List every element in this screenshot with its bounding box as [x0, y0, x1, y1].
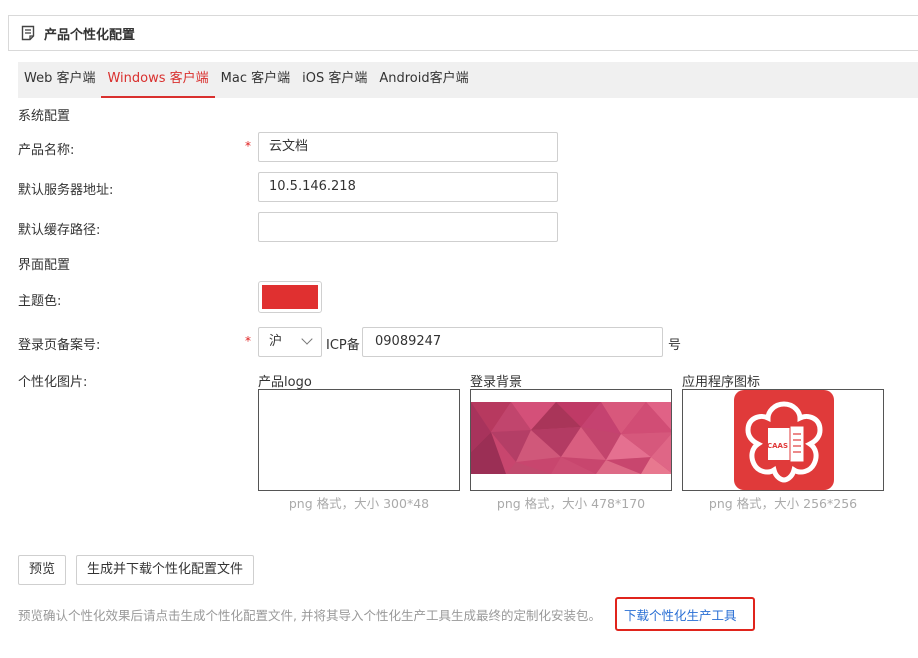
product-name-input[interactable]: 云文档	[258, 132, 558, 162]
logo-title: 产品logo	[258, 375, 312, 390]
login-background-image	[471, 402, 671, 474]
required-mark: *	[245, 139, 251, 153]
icp-prefix: ICP备	[326, 338, 360, 353]
logo-upload-box[interactable]	[258, 389, 460, 491]
client-tabs: Web 客户端 Windows 客户端 Mac 客户端 iOS 客户端 Andr…	[18, 62, 918, 98]
logo-hint: png 格式，大小 300*48	[288, 496, 430, 511]
page-title: 产品个性化配置	[44, 27, 136, 43]
theme-color-swatch	[262, 285, 318, 309]
login-bg-title: 登录背景	[470, 375, 523, 390]
tab-android[interactable]: Android客户端	[373, 62, 474, 98]
tab-web[interactable]: Web 客户端	[18, 62, 101, 98]
icp-number-input[interactable]: 09089247	[362, 327, 663, 357]
login-bg-upload-box[interactable]	[470, 389, 672, 491]
tab-ios[interactable]: iOS 客户端	[296, 62, 373, 98]
app-icon-upload-box[interactable]: CAAS	[682, 389, 884, 491]
product-name-label: 产品名称:	[18, 143, 75, 158]
required-mark: *	[245, 334, 251, 348]
tab-mac[interactable]: Mac 客户端	[215, 62, 296, 98]
region-select[interactable]: 沪	[258, 327, 322, 357]
server-address-input[interactable]: 10.5.146.218	[258, 172, 558, 202]
caas-logo-text: CAAS	[767, 442, 789, 450]
images-label: 个性化图片:	[18, 375, 88, 390]
icp-suffix: 号	[668, 338, 682, 353]
page-header: 产品个性化配置	[8, 15, 918, 51]
server-address-label: 默认服务器地址:	[18, 183, 114, 198]
cache-path-input[interactable]	[258, 212, 558, 242]
preview-button[interactable]: 预览	[18, 555, 66, 585]
login-bg-hint: png 格式，大小 478*170	[496, 496, 646, 511]
app-icon-image: CAAS	[734, 390, 834, 490]
app-icon-hint: png 格式，大小 256*256	[708, 496, 858, 511]
footer-notice: 预览确认个性化效果后请点击生成个性化配置文件, 并将其导入个性化生产工具生成最终…	[18, 608, 601, 623]
tab-windows[interactable]: Windows 客户端	[101, 62, 215, 98]
cache-path-label: 默认缓存路径:	[18, 223, 101, 238]
section-ui-config: 界面配置	[18, 258, 71, 273]
section-system-config: 系统配置	[18, 109, 71, 124]
generate-config-button[interactable]: 生成并下载个性化配置文件	[76, 555, 254, 585]
theme-color-picker[interactable]	[258, 281, 322, 313]
document-icon	[21, 25, 35, 41]
app-icon-title: 应用程序图标	[682, 375, 761, 390]
icp-label: 登录页备案号:	[18, 338, 101, 353]
theme-color-label: 主题色:	[18, 294, 62, 309]
download-tool-link[interactable]: 下载个性化生产工具	[624, 605, 737, 624]
chevron-down-icon	[301, 333, 313, 345]
caas-logo-icon	[745, 401, 823, 483]
region-select-value: 沪	[269, 334, 283, 349]
